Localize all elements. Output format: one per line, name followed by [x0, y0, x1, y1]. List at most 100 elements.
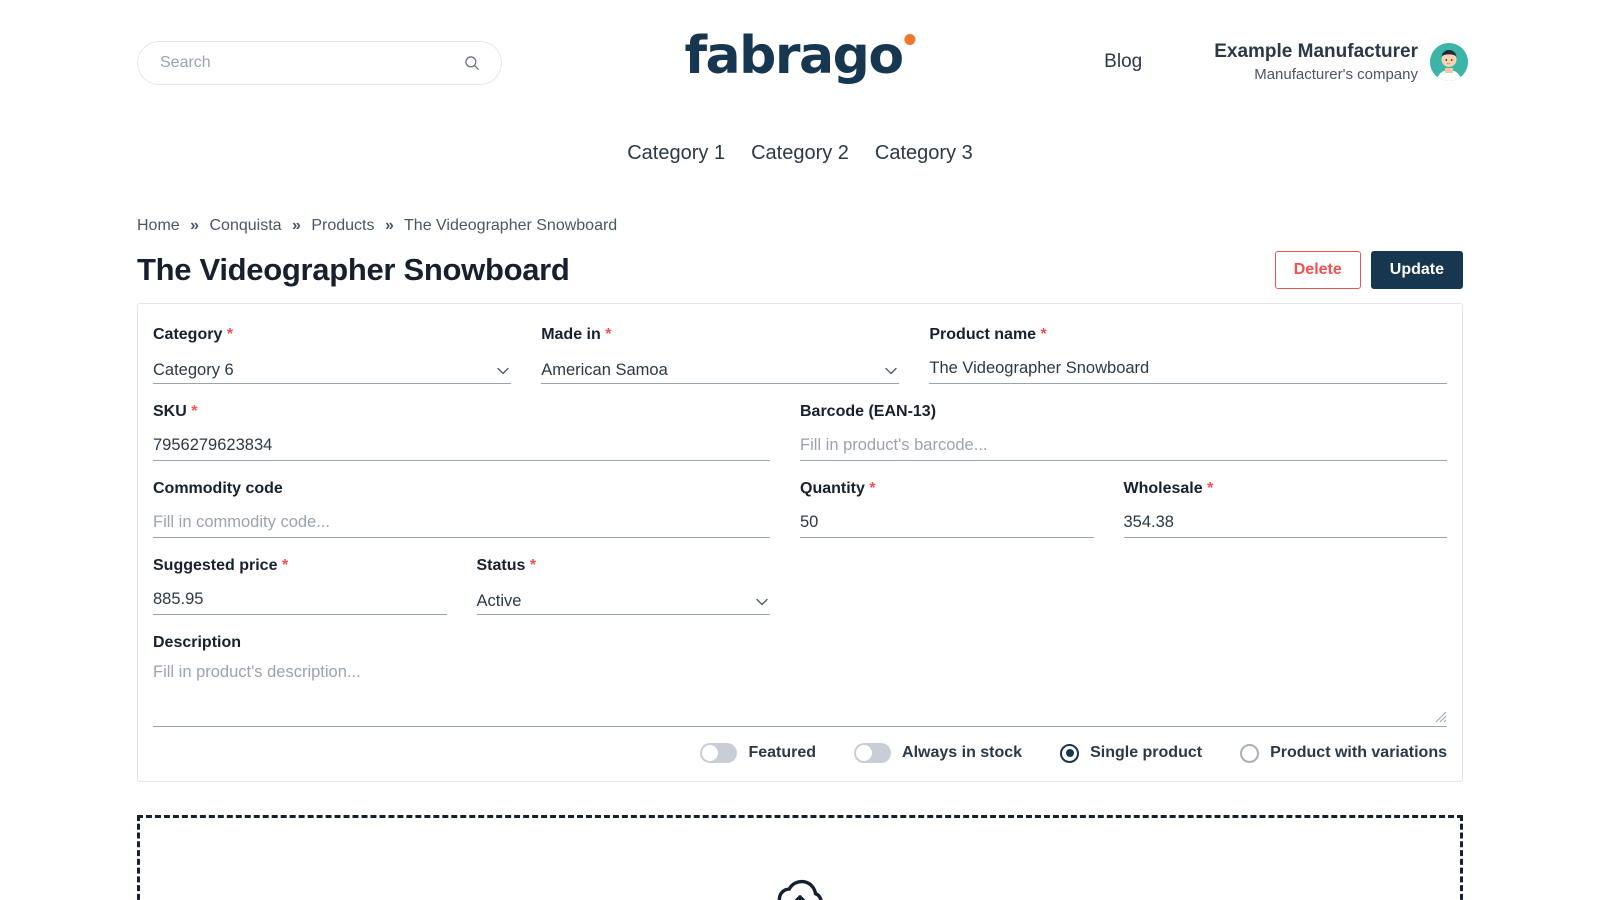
- option-featured[interactable]: Featured: [700, 743, 817, 764]
- brand-logo[interactable]: fabrago: [684, 30, 916, 82]
- always-in-stock-toggle[interactable]: [854, 743, 892, 764]
- commodity-code-input[interactable]: [153, 513, 770, 538]
- option-single-product[interactable]: Single product: [1060, 743, 1202, 763]
- field-made-in-required: *: [605, 326, 612, 344]
- product-form-card: Category * Category 6 Made in * American…: [137, 303, 1463, 783]
- field-barcode-label: Barcode (EAN-13): [800, 403, 1447, 421]
- product-with-variations-radio[interactable]: [1240, 743, 1260, 763]
- field-product-name-label-text: Product name: [929, 326, 1037, 344]
- user-role: Manufacturer's company: [1254, 65, 1418, 83]
- field-made-in-label-text: Made in: [541, 326, 601, 344]
- made-in-select[interactable]: American Samoa: [541, 355, 900, 385]
- avatar-illustration: [1430, 43, 1468, 82]
- search-box[interactable]: [137, 41, 502, 85]
- delete-button[interactable]: Delete: [1274, 251, 1361, 290]
- page-title: The Videographer Snowboard: [137, 252, 570, 288]
- status-select[interactable]: Active: [476, 586, 770, 616]
- user-name: Example Manufacturer: [1214, 41, 1418, 62]
- made-in-select-value: American Samoa: [541, 360, 668, 379]
- field-spacer: [800, 557, 1447, 615]
- product-name-control[interactable]: [929, 355, 1447, 385]
- always-in-stock-toggle-knob: [856, 745, 873, 762]
- field-wholesale: Wholesale *: [1123, 480, 1448, 539]
- barcode-control[interactable]: [800, 432, 1447, 462]
- wholesale-input[interactable]: [1123, 513, 1447, 538]
- field-category-required: *: [226, 326, 234, 344]
- header-right: Blog Example Manufacturer Manufacturer's…: [1104, 40, 1468, 85]
- field-product-name-required: *: [1040, 326, 1047, 344]
- featured-label: Featured: [748, 744, 817, 762]
- sku-input[interactable]: [153, 436, 770, 461]
- field-barcode: Barcode (EAN-13): [800, 403, 1447, 462]
- field-product-name: Product name *: [929, 326, 1447, 385]
- field-quantity-label: Quantity *: [800, 480, 1094, 498]
- chevron-down-icon[interactable]: [756, 598, 768, 606]
- main-content: Home » Conquista » Products » The Videog…: [0, 217, 1600, 783]
- field-wholesale-required: *: [1207, 480, 1214, 498]
- description-textarea[interactable]: [153, 663, 1447, 722]
- featured-toggle[interactable]: [700, 743, 738, 764]
- product-name-input[interactable]: [929, 359, 1447, 384]
- user-block[interactable]: Example Manufacturer Manufacturer's comp…: [1214, 40, 1418, 85]
- update-button[interactable]: Update: [1370, 251, 1463, 290]
- description-control[interactable]: [153, 663, 1447, 728]
- field-barcode-label-text: Barcode (EAN-13): [800, 403, 937, 421]
- breadcrumb-item-products[interactable]: Products: [311, 217, 374, 234]
- option-product-with-variations[interactable]: Product with variations: [1240, 743, 1447, 763]
- option-always-in-stock[interactable]: Always in stock: [854, 743, 1023, 764]
- title-actions: Delete Update: [1274, 251, 1463, 290]
- product-options-row: Featured Always in stock Single product …: [153, 727, 1447, 781]
- breadcrumb-separator: »: [190, 217, 200, 234]
- breadcrumb-item-current: The Videographer Snowboard: [404, 217, 618, 234]
- field-wholesale-label: Wholesale *: [1124, 480, 1448, 498]
- field-suggested-price: Suggested price *: [153, 557, 477, 616]
- field-product-name-label: Product name *: [929, 326, 1447, 344]
- search-input[interactable]: [158, 53, 463, 73]
- field-category-label-text: Category: [153, 326, 223, 344]
- single-product-radio[interactable]: [1060, 743, 1080, 763]
- wholesale-control[interactable]: [1123, 509, 1447, 539]
- breadcrumb-separator: »: [292, 217, 301, 234]
- category-nav: Category 1 Category 2 Category 3: [0, 142, 1600, 165]
- site-header: fabrago Blog Example Manufacturer Manufa…: [0, 0, 1600, 120]
- breadcrumb-item-home[interactable]: Home: [137, 217, 180, 234]
- title-row: The Videographer Snowboard Delete Update: [137, 251, 1463, 290]
- brand-logo-text: fabrago: [684, 26, 904, 86]
- quantity-control[interactable]: [800, 509, 1094, 539]
- field-sku-required: *: [191, 403, 198, 421]
- quantity-input[interactable]: [800, 513, 1094, 538]
- suggested-price-input[interactable]: [153, 590, 447, 615]
- field-description-label-text: Description: [153, 634, 242, 652]
- field-sku-label: SKU *: [153, 403, 770, 421]
- field-commodity-code-label: Commodity code: [153, 480, 770, 498]
- category-select-value: Category 6: [153, 360, 234, 379]
- field-description: Description: [153, 634, 1447, 728]
- category-select[interactable]: Category 6: [153, 355, 512, 385]
- textarea-resize-handle[interactable]: [1433, 709, 1447, 723]
- sku-control[interactable]: [153, 432, 770, 462]
- search-icon[interactable]: [463, 54, 481, 72]
- blog-link[interactable]: Blog: [1104, 51, 1142, 73]
- always-in-stock-label: Always in stock: [902, 744, 1023, 762]
- nav-item-category-2[interactable]: Category 2: [751, 142, 849, 165]
- featured-toggle-knob: [702, 745, 719, 762]
- chevron-down-icon[interactable]: [885, 367, 898, 375]
- field-suggested-price-label: Suggested price *: [153, 557, 447, 575]
- image-dropzone[interactable]: [137, 815, 1463, 900]
- suggested-price-control[interactable]: [153, 586, 447, 616]
- breadcrumb-item-conquista[interactable]: Conquista: [210, 217, 282, 234]
- nav-item-category-1[interactable]: Category 1: [627, 142, 725, 165]
- field-description-label: Description: [153, 634, 1447, 652]
- nav-item-category-3[interactable]: Category 3: [875, 142, 973, 165]
- field-made-in: Made in * American Samoa: [541, 326, 929, 385]
- breadcrumb: Home » Conquista » Products » The Videog…: [137, 217, 1463, 235]
- avatar[interactable]: [1430, 43, 1468, 82]
- field-status-label-text: Status: [476, 557, 526, 575]
- field-category: Category * Category 6: [153, 326, 541, 385]
- commodity-code-control[interactable]: [153, 509, 770, 539]
- cloud-upload-icon: [777, 880, 823, 900]
- product-form-grid: Category * Category 6 Made in * American…: [153, 326, 1448, 728]
- barcode-input[interactable]: [800, 436, 1447, 461]
- status-select-value: Active: [476, 591, 522, 610]
- chevron-down-icon[interactable]: [497, 367, 509, 375]
